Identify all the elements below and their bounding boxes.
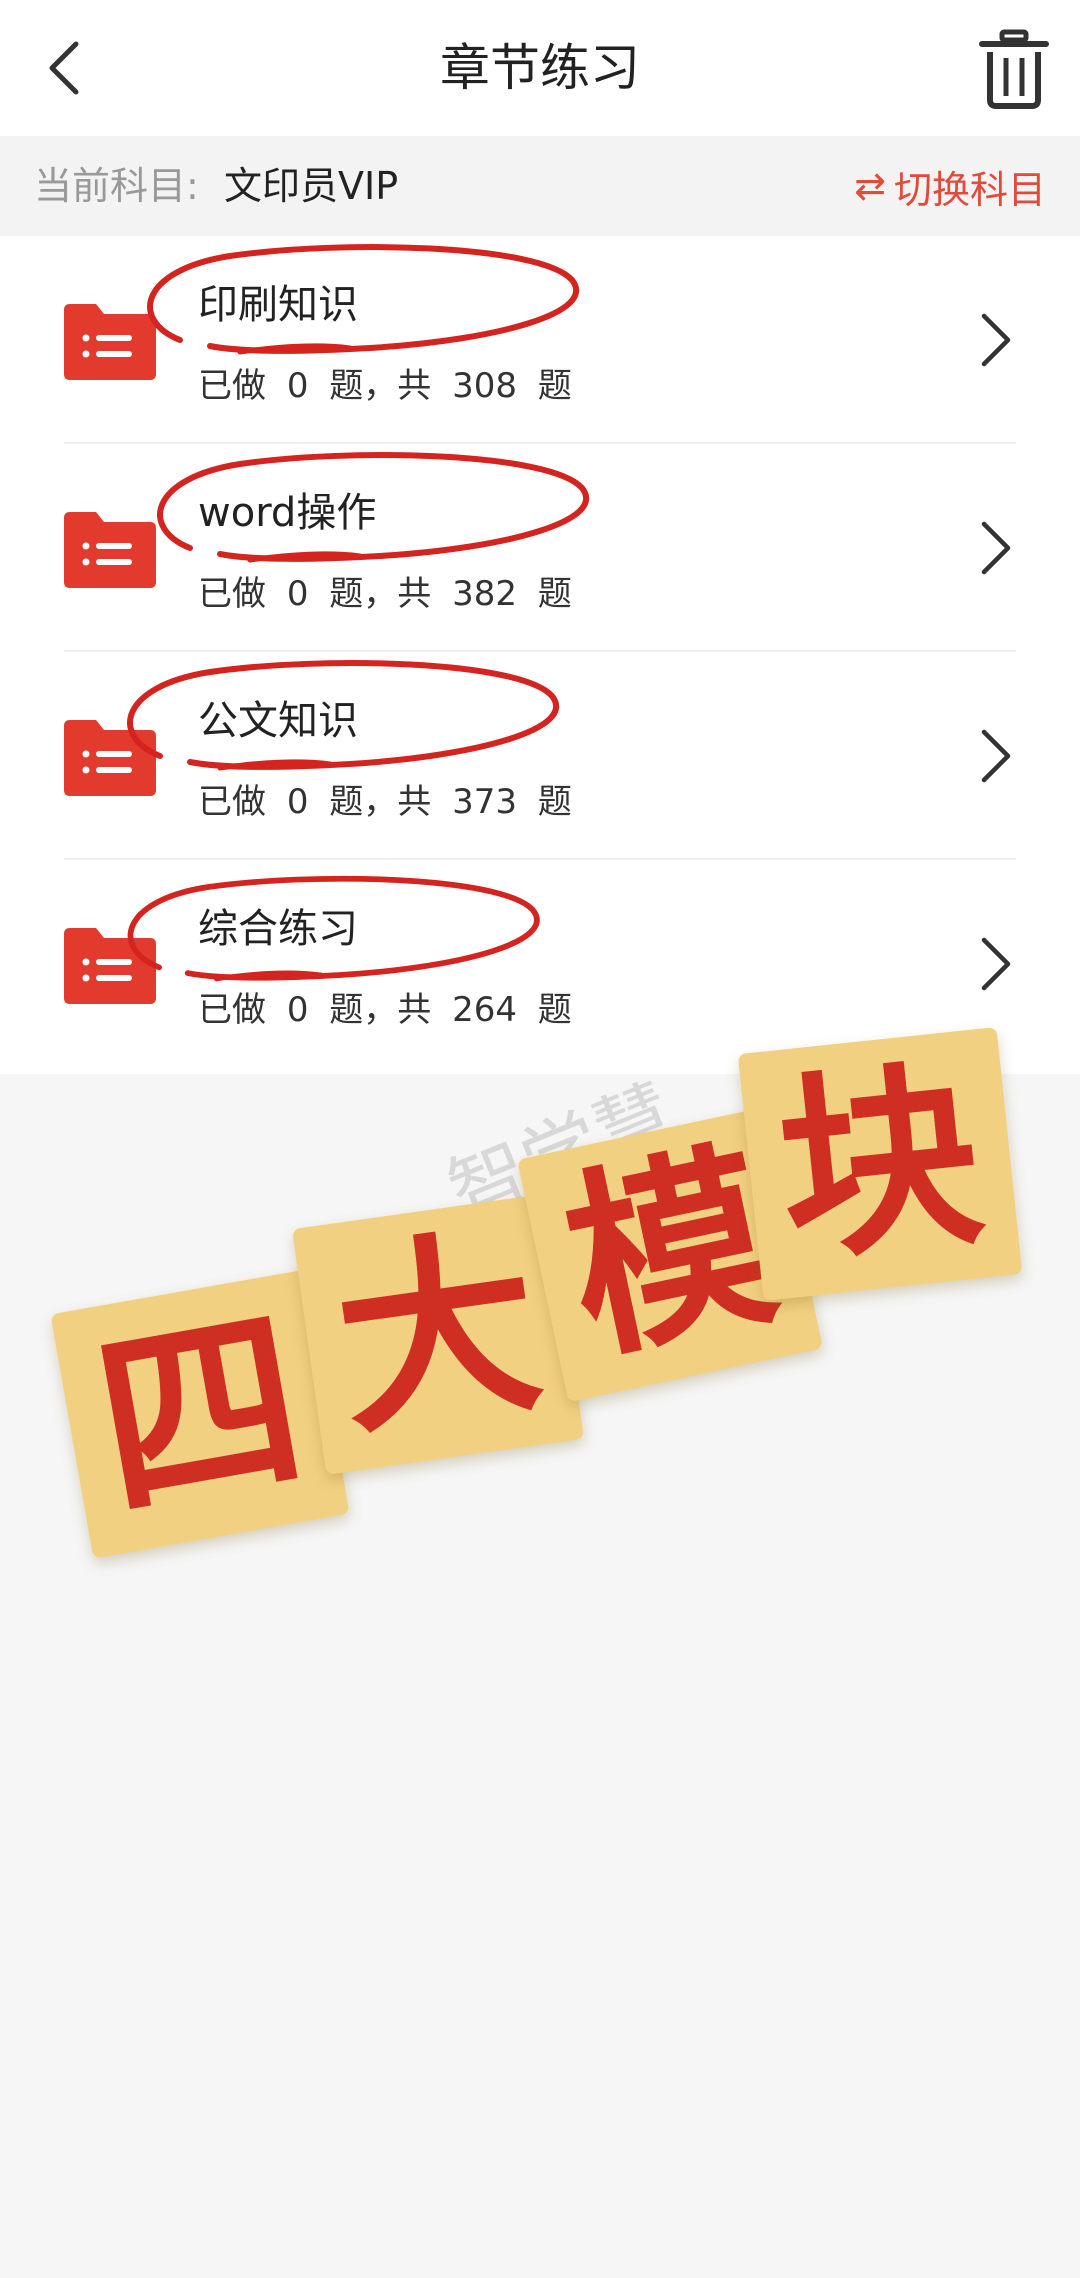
chapter-title: word操作 bbox=[198, 490, 377, 536]
chapter-title: 印刷知识 bbox=[198, 282, 358, 328]
progress-suffix: 题 bbox=[537, 782, 572, 822]
chapter-item[interactable]: 综合练习 已做 0 题，共 264 题 bbox=[0, 860, 1080, 1068]
chapter-progress: 已做 0 题，共 382 题 bbox=[198, 566, 582, 615]
watermark: 智学慧 bbox=[436, 1069, 688, 1241]
progress-middle: 题，共 bbox=[329, 782, 432, 822]
sticker-tile: 四 bbox=[50, 1269, 350, 1559]
current-subject: 文印员VIP bbox=[224, 164, 399, 208]
progress-middle: 题，共 bbox=[329, 990, 432, 1030]
total-count: 373 bbox=[452, 782, 517, 822]
chapter-progress: 已做 0 题，共 264 题 bbox=[198, 982, 582, 1031]
chevron-right-icon bbox=[981, 313, 1011, 367]
tile-char: 四 bbox=[81, 1280, 319, 1547]
chapter-title: 综合练习 bbox=[198, 906, 358, 952]
progress-suffix: 题 bbox=[537, 366, 572, 406]
sticker-tile: 大 bbox=[292, 1193, 584, 1475]
switch-subject-label: 切换科目 bbox=[893, 167, 1046, 212]
chapter-list: 印刷知识 已做 0 题，共 308 题 word操作 已做 0 题，共 382 … bbox=[0, 236, 1080, 1074]
total-count: 308 bbox=[452, 366, 517, 406]
swap-arrows-icon: ⇄ bbox=[854, 164, 886, 208]
chapter-item[interactable]: 公文知识 已做 0 题，共 373 题 bbox=[0, 652, 1080, 860]
chapter-item[interactable]: word操作 已做 0 题，共 382 题 bbox=[0, 444, 1080, 652]
total-count: 382 bbox=[452, 574, 517, 614]
progress-middle: 题，共 bbox=[329, 574, 432, 614]
tile-char: 大 bbox=[322, 1203, 554, 1464]
chevron-left-icon bbox=[49, 41, 79, 95]
progress-prefix: 已做 bbox=[198, 990, 266, 1030]
progress-suffix: 题 bbox=[537, 574, 572, 614]
subject-bar: 当前科目: 文印员VIP ⇄ 切换科目 bbox=[0, 136, 1080, 236]
chapter-progress: 已做 0 题，共 308 题 bbox=[198, 358, 582, 407]
page-title: 章节练习 bbox=[440, 39, 640, 97]
chevron-right-icon bbox=[981, 521, 1011, 575]
chapter-item[interactable]: 印刷知识 已做 0 题，共 308 题 bbox=[0, 236, 1080, 444]
folder-list-icon bbox=[64, 304, 156, 380]
progress-prefix: 已做 bbox=[198, 366, 266, 406]
folder-list-icon bbox=[64, 512, 156, 588]
switch-subject-button[interactable]: ⇄ 切换科目 bbox=[854, 136, 1046, 236]
done-count: 0 bbox=[286, 990, 309, 1030]
progress-prefix: 已做 bbox=[198, 782, 266, 822]
progress-prefix: 已做 bbox=[198, 574, 266, 614]
progress-suffix: 题 bbox=[537, 990, 572, 1030]
folder-list-icon bbox=[64, 720, 156, 796]
delete-button[interactable] bbox=[976, 26, 1052, 110]
promo-sticker: 四 大 模 块 bbox=[40, 1010, 1023, 1570]
back-button[interactable] bbox=[32, 28, 104, 108]
total-count: 264 bbox=[452, 990, 517, 1030]
top-bar: 章节练习 bbox=[0, 0, 1080, 136]
folder-list-icon bbox=[64, 928, 156, 1004]
done-count: 0 bbox=[286, 574, 309, 614]
chevron-right-icon bbox=[981, 937, 1011, 991]
subject-label: 当前科目: bbox=[34, 164, 199, 208]
chevron-right-icon bbox=[981, 729, 1011, 783]
tile-char: 模 bbox=[547, 1117, 793, 1390]
sticker-tile: 模 bbox=[517, 1105, 823, 1403]
done-count: 0 bbox=[286, 782, 309, 822]
done-count: 0 bbox=[286, 366, 309, 406]
trash-icon bbox=[979, 29, 1049, 109]
chapter-progress: 已做 0 题，共 373 题 bbox=[198, 774, 582, 823]
progress-middle: 题，共 bbox=[329, 366, 432, 406]
tile-char: 块 bbox=[768, 1036, 992, 1291]
chapter-title: 公文知识 bbox=[198, 698, 358, 744]
